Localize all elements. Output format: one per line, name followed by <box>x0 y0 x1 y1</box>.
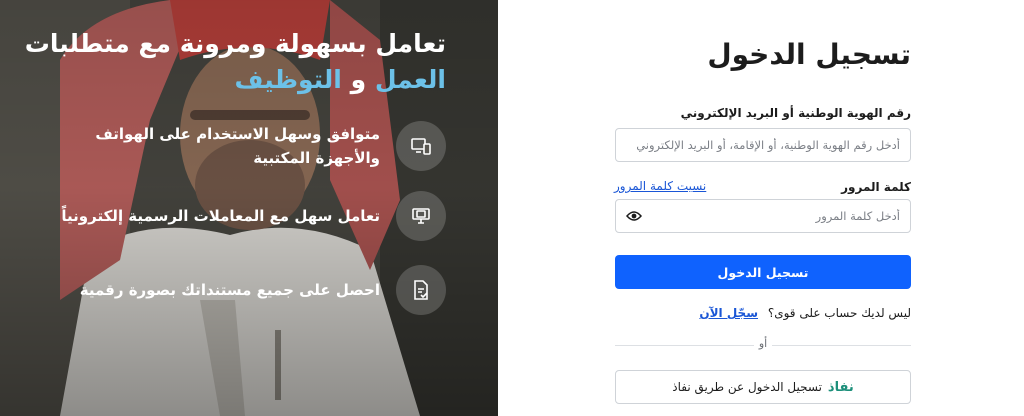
password-label: كلمة المرور <box>841 180 911 194</box>
login-title: تسجيل الدخول <box>707 38 911 71</box>
feature-monitor-text: تعامل سهل مع المعاملات الرسمية إلكترونيا… <box>61 207 380 225</box>
no-account-text: ليس لديك حساب على قوى؟ <box>767 306 911 320</box>
id-label: رقم الهوية الوطنية أو البريد الإلكتروني <box>680 106 911 120</box>
hero-title-accent-employment: التوظيف <box>234 65 342 94</box>
hero-title-and: و <box>350 65 367 94</box>
hero-panel: تعامل بسهولة ومرونة مع متطلبات العمل و ا… <box>0 0 498 416</box>
feature-devices-text: متوافق وسهل الاستخدام على الهواتف والأجه… <box>95 125 380 167</box>
nafath-login-label: تسجيل الدخول عن طريق نفاذ <box>672 380 822 394</box>
register-link[interactable]: سجّل الآن <box>699 306 758 320</box>
feature-documents-text: احصل على جميع مستنداتك بصورة رقمية <box>79 281 380 299</box>
id-input[interactable] <box>615 128 911 162</box>
login-button[interactable]: تسجيل الدخول <box>615 255 911 289</box>
feature-monitor: تعامل سهل مع المعاملات الرسمية إلكترونيا… <box>26 191 446 241</box>
devices-icon <box>396 121 446 171</box>
hero-title: تعامل بسهولة ومرونة مع متطلبات العمل و ا… <box>6 26 446 98</box>
hero-title-line2: العمل و التوظيف <box>6 62 446 98</box>
login-panel: تسجيل الدخول رقم الهوية الوطنية أو البري… <box>498 0 1024 416</box>
hero-title-line1: تعامل بسهولة ومرونة مع متطلبات <box>24 29 446 58</box>
eye-icon[interactable] <box>624 208 644 224</box>
no-account-row: ليس لديك حساب على قوى؟ سجّل الآن <box>699 306 911 320</box>
feature-devices: متوافق وسهل الاستخدام على الهواتف والأجه… <box>26 121 446 171</box>
nafath-logo: نفاذ <box>827 379 854 395</box>
password-input[interactable] <box>615 199 911 233</box>
document-icon <box>396 265 446 315</box>
nafath-login-button[interactable]: نفاذ تسجيل الدخول عن طريق نفاذ <box>615 370 911 404</box>
feature-documents: احصل على جميع مستنداتك بصورة رقمية <box>26 265 446 315</box>
hero-title-accent-work: العمل <box>374 65 446 94</box>
monitor-icon <box>396 191 446 241</box>
forgot-password-link[interactable]: نسيت كلمة المرور <box>614 179 706 193</box>
or-separator: أو <box>754 337 772 350</box>
